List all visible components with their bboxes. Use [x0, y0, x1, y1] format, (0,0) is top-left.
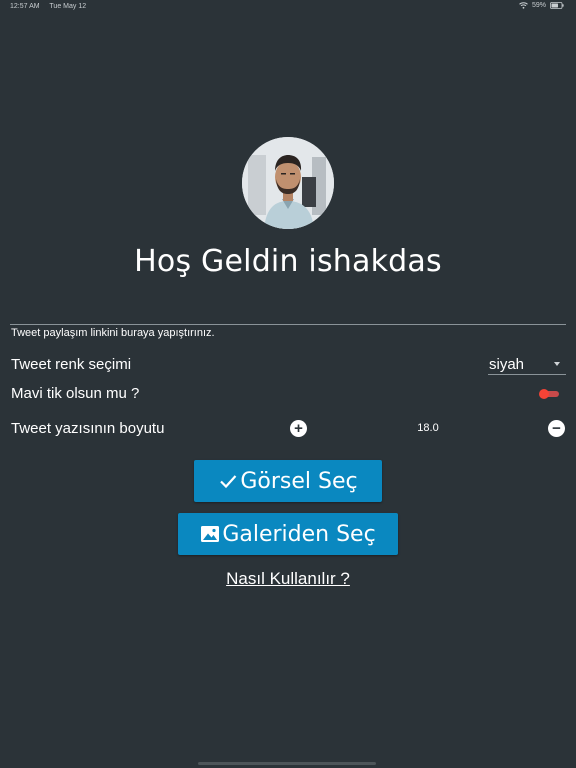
- status-time: 12:57 AM: [10, 3, 40, 10]
- status-left: 12:57 AM Tue May 12: [10, 3, 94, 10]
- toggle-thumb: [539, 389, 549, 399]
- status-date: Tue May 12: [49, 3, 87, 10]
- blue-tick-toggle[interactable]: [539, 389, 559, 399]
- color-select-dropdown[interactable]: siyah: [488, 355, 566, 375]
- font-size-value: 18.0: [417, 422, 439, 434]
- avatar: [242, 137, 334, 229]
- tweet-link-input[interactable]: [10, 300, 566, 325]
- tweet-link-label: Tweet paylaşım linkini buraya yapıştırın…: [11, 327, 215, 339]
- gallery-label: Galeriden Seç: [222, 521, 376, 547]
- home-indicator: [198, 762, 376, 765]
- blue-tick-label: Mavi tik olsun mu ?: [11, 385, 140, 402]
- how-to-use-link[interactable]: Nasıl Kullanılır ?: [0, 569, 576, 589]
- plus-icon[interactable]: +: [290, 420, 307, 437]
- checkmark-icon: [220, 475, 237, 489]
- battery-icon: [550, 2, 564, 9]
- welcome-title: Hoş Geldin ishakdas: [134, 244, 442, 279]
- font-size-label: Tweet yazısının boyutu: [11, 420, 165, 437]
- battery-percentage: 59%: [531, 2, 546, 9]
- select-image-label: Görsel Seç: [240, 468, 358, 494]
- wifi-icon: [519, 2, 528, 9]
- color-select-value: siyah: [489, 356, 525, 373]
- color-selection-label: Tweet renk seçimi: [11, 356, 132, 373]
- gallery-button[interactable]: Galeriden Seç: [178, 513, 398, 555]
- avatar-photo: [242, 137, 334, 229]
- select-image-button[interactable]: Görsel Seç: [194, 460, 382, 502]
- status-right: 59%: [519, 2, 564, 9]
- status-bar: 12:57 AM Tue May 12 59%: [0, 0, 576, 14]
- image-icon: [201, 526, 220, 542]
- minus-icon[interactable]: −: [548, 420, 565, 437]
- chevron-down-icon: [554, 362, 560, 366]
